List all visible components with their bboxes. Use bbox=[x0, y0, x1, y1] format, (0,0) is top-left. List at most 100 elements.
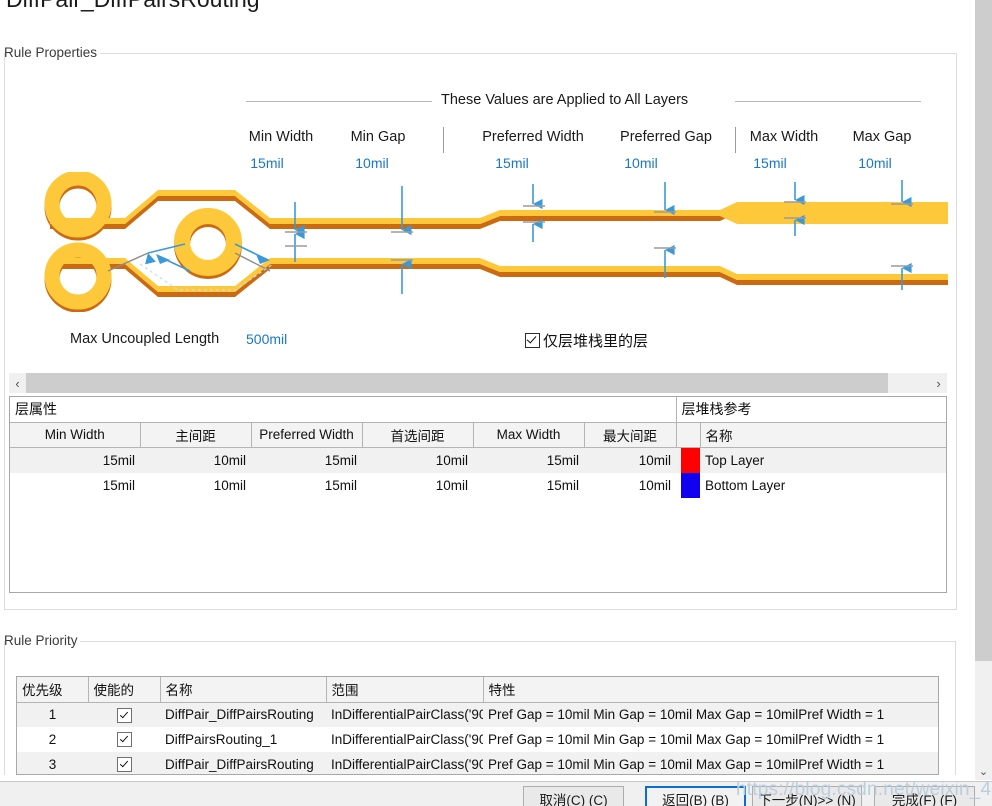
max-uncoupled-length-label: Max Uncoupled Length bbox=[70, 331, 220, 347]
table-row[interactable]: 15mil 10mil 15mil 10mil 15mil 10mil Bott… bbox=[10, 472, 946, 498]
layer-properties-grid[interactable]: 层属性 层堆栈参考 Min Width 主间距 Preferred Width … bbox=[9, 396, 947, 593]
enabled-checkbox-icon[interactable] bbox=[116, 757, 132, 773]
col-preferred-width[interactable]: Preferred Width bbox=[251, 422, 363, 448]
rule-editor-window: DiffPair_DiffPairsRouting Rule Propertie… bbox=[0, 0, 992, 806]
cell-rule-name[interactable]: DiffPairsRouting_1 bbox=[160, 727, 326, 752]
cell-priority[interactable]: 2 bbox=[17, 727, 88, 752]
vscroll-thumb[interactable] bbox=[975, 0, 992, 661]
rule-priority-box-right-edge bbox=[955, 641, 956, 775]
top-layer-color-swatch bbox=[681, 447, 700, 473]
dimension-arrow-group-4 bbox=[654, 182, 676, 278]
rule-priority-table: 优先级 使能的 名称 范围 特性 1 DiffPair_DiffPairsRou… bbox=[17, 677, 938, 774]
layer-table-hscrollbar[interactable]: ‹ › bbox=[9, 373, 947, 393]
cell-layer-color bbox=[676, 447, 700, 473]
col-min-gap-cjk[interactable]: 主间距 bbox=[140, 422, 252, 448]
cell-max-gap[interactable]: 10mil bbox=[584, 447, 676, 473]
rule-priority-grid[interactable]: 优先级 使能的 名称 范围 特性 1 DiffPair_DiffPairsRou… bbox=[16, 676, 939, 775]
bottom-layer-color-swatch bbox=[681, 472, 700, 498]
col-min-width[interactable]: Min Width bbox=[10, 422, 141, 448]
cell-min-gap[interactable]: 10mil bbox=[140, 447, 251, 473]
col-attributes[interactable]: 特性 bbox=[483, 677, 938, 703]
cell-min-width[interactable]: 15mil bbox=[10, 447, 140, 473]
page-vscrollbar[interactable]: ⌄ bbox=[975, 0, 992, 780]
col-enabled[interactable]: 使能的 bbox=[88, 677, 161, 703]
col-name[interactable]: 名称 bbox=[160, 677, 327, 703]
cell-layer-color bbox=[676, 472, 700, 498]
rule-priority-group-label: Rule Priority bbox=[4, 633, 84, 648]
col-preferred-gap-cjk[interactable]: 首选间距 bbox=[362, 422, 474, 448]
cell-layer-name[interactable]: Bottom Layer bbox=[700, 473, 946, 498]
max-gap-value[interactable]: 10mil bbox=[808, 155, 942, 171]
rule-priority-body: 1 DiffPair_DiffPairsRouting InDifferenti… bbox=[17, 702, 938, 774]
table-row[interactable]: 3 DiffPair_DiffPairsRouting InDifferenti… bbox=[17, 752, 938, 774]
table-row[interactable]: 1 DiffPair_DiffPairsRouting InDifferenti… bbox=[17, 702, 938, 727]
cell-pref-gap[interactable]: 10mil bbox=[362, 473, 473, 498]
cell-pref-gap[interactable]: 10mil bbox=[362, 447, 473, 473]
stack-only-checkbox[interactable]: 仅层堆栈里的层 bbox=[525, 330, 648, 351]
cell-min-width[interactable]: 15mil bbox=[10, 473, 140, 498]
differential-pair-diagram bbox=[44, 172, 948, 312]
cell-rule-name[interactable]: DiffPair_DiffPairsRouting bbox=[160, 702, 326, 727]
max-gap-label: Max Gap bbox=[852, 129, 912, 145]
layer-properties-table: 层属性 层堆栈参考 Min Width 主间距 Preferred Width … bbox=[10, 397, 946, 498]
col-priority[interactable]: 优先级 bbox=[17, 677, 89, 703]
preferred-gap-value[interactable]: 10mil bbox=[574, 155, 708, 171]
table-row[interactable]: 2 DiffPairsRouting_1 InDifferentialPairC… bbox=[17, 727, 938, 752]
all-layers-rule-left bbox=[246, 101, 432, 102]
rule-priority-box-left-edge bbox=[4, 641, 5, 775]
cell-attributes[interactable]: Pref Gap = 10mil Min Gap = 10mil Max Gap… bbox=[483, 702, 938, 727]
cell-rule-name[interactable]: DiffPair_DiffPairsRouting bbox=[160, 752, 326, 774]
col-max-width[interactable]: Max Width bbox=[473, 422, 585, 448]
cell-attributes[interactable]: Pref Gap = 10mil Min Gap = 10mil Max Gap… bbox=[483, 752, 938, 774]
layer-grid-group-header-row: 层属性 层堆栈参考 bbox=[10, 397, 946, 423]
dimension-arrow-group-2 bbox=[391, 186, 413, 294]
hscroll-thumb[interactable] bbox=[26, 373, 888, 393]
dimension-arrow-group-6 bbox=[891, 180, 913, 290]
cell-enabled[interactable] bbox=[88, 702, 160, 727]
group-box-left-edge bbox=[4, 53, 5, 609]
vscroll-down-arrow[interactable]: ⌄ bbox=[975, 763, 992, 780]
center-via bbox=[174, 208, 242, 276]
col-layer-color[interactable] bbox=[676, 422, 701, 448]
cell-max-width[interactable]: 15mil bbox=[473, 447, 584, 473]
cell-priority[interactable]: 3 bbox=[17, 752, 88, 774]
table-row[interactable]: 15mil 10mil 15mil 10mil 15mil 10mil Top … bbox=[10, 447, 946, 473]
cell-max-width[interactable]: 15mil bbox=[473, 473, 584, 498]
hscroll-right-arrow[interactable]: › bbox=[930, 373, 947, 393]
cell-enabled[interactable] bbox=[88, 727, 160, 752]
back-button[interactable]: 返回(B) (B) bbox=[645, 786, 746, 806]
cell-scope[interactable]: InDifferentialPairClass('90c bbox=[326, 702, 483, 727]
enabled-checkbox-icon[interactable] bbox=[116, 732, 132, 748]
cell-attributes[interactable]: Pref Gap = 10mil Min Gap = 10mil Max Gap… bbox=[483, 727, 938, 752]
rule-priority-header-row: 优先级 使能的 名称 范围 特性 bbox=[17, 677, 938, 703]
checkbox-checked-icon[interactable] bbox=[525, 333, 540, 348]
cancel-button[interactable]: 取消(C) (C) bbox=[523, 786, 624, 806]
preferred-width-value[interactable]: 15mil bbox=[445, 155, 579, 171]
all-layers-rule-right bbox=[735, 101, 921, 102]
layer-grid-column-header-row: Min Width 主间距 Preferred Width 首选间距 Max W… bbox=[10, 422, 946, 448]
min-gap-value[interactable]: 10mil bbox=[305, 155, 439, 171]
layer-grid-body: 15mil 10mil 15mil 10mil 15mil 10mil Top … bbox=[10, 447, 946, 498]
cell-priority[interactable]: 1 bbox=[17, 702, 88, 727]
cell-scope[interactable]: InDifferentialPairClass('90c bbox=[326, 727, 483, 752]
cell-scope[interactable]: InDifferentialPairClass('90c bbox=[326, 752, 483, 774]
cell-enabled[interactable] bbox=[88, 752, 160, 774]
group-header-layer-properties: 层属性 bbox=[10, 397, 677, 423]
enabled-checkbox-icon[interactable] bbox=[116, 707, 132, 723]
stack-only-checkbox-label: 仅层堆栈里的层 bbox=[543, 333, 649, 350]
max-uncoupled-length-value[interactable]: 500mil bbox=[246, 331, 287, 347]
cell-pref-width[interactable]: 15mil bbox=[251, 473, 362, 498]
hscroll-track[interactable] bbox=[26, 373, 930, 393]
cell-pref-width[interactable]: 15mil bbox=[251, 447, 362, 473]
all-layers-caption: These Values are Applied to All Layers bbox=[441, 92, 689, 108]
cell-layer-name[interactable]: Top Layer bbox=[700, 447, 946, 473]
dimension-arrow-group-1 bbox=[285, 202, 307, 262]
hscroll-left-arrow[interactable]: ‹ bbox=[9, 373, 26, 393]
col-layer-name[interactable]: 名称 bbox=[700, 422, 946, 448]
cell-min-gap[interactable]: 10mil bbox=[140, 473, 251, 498]
rule-priority-group-line bbox=[80, 641, 956, 642]
cell-max-gap[interactable]: 10mil bbox=[584, 473, 676, 498]
page-title: DiffPair_DiffPairsRouting bbox=[6, 0, 260, 13]
col-scope[interactable]: 范围 bbox=[326, 677, 484, 703]
col-max-gap-cjk[interactable]: 最大间距 bbox=[584, 422, 677, 448]
